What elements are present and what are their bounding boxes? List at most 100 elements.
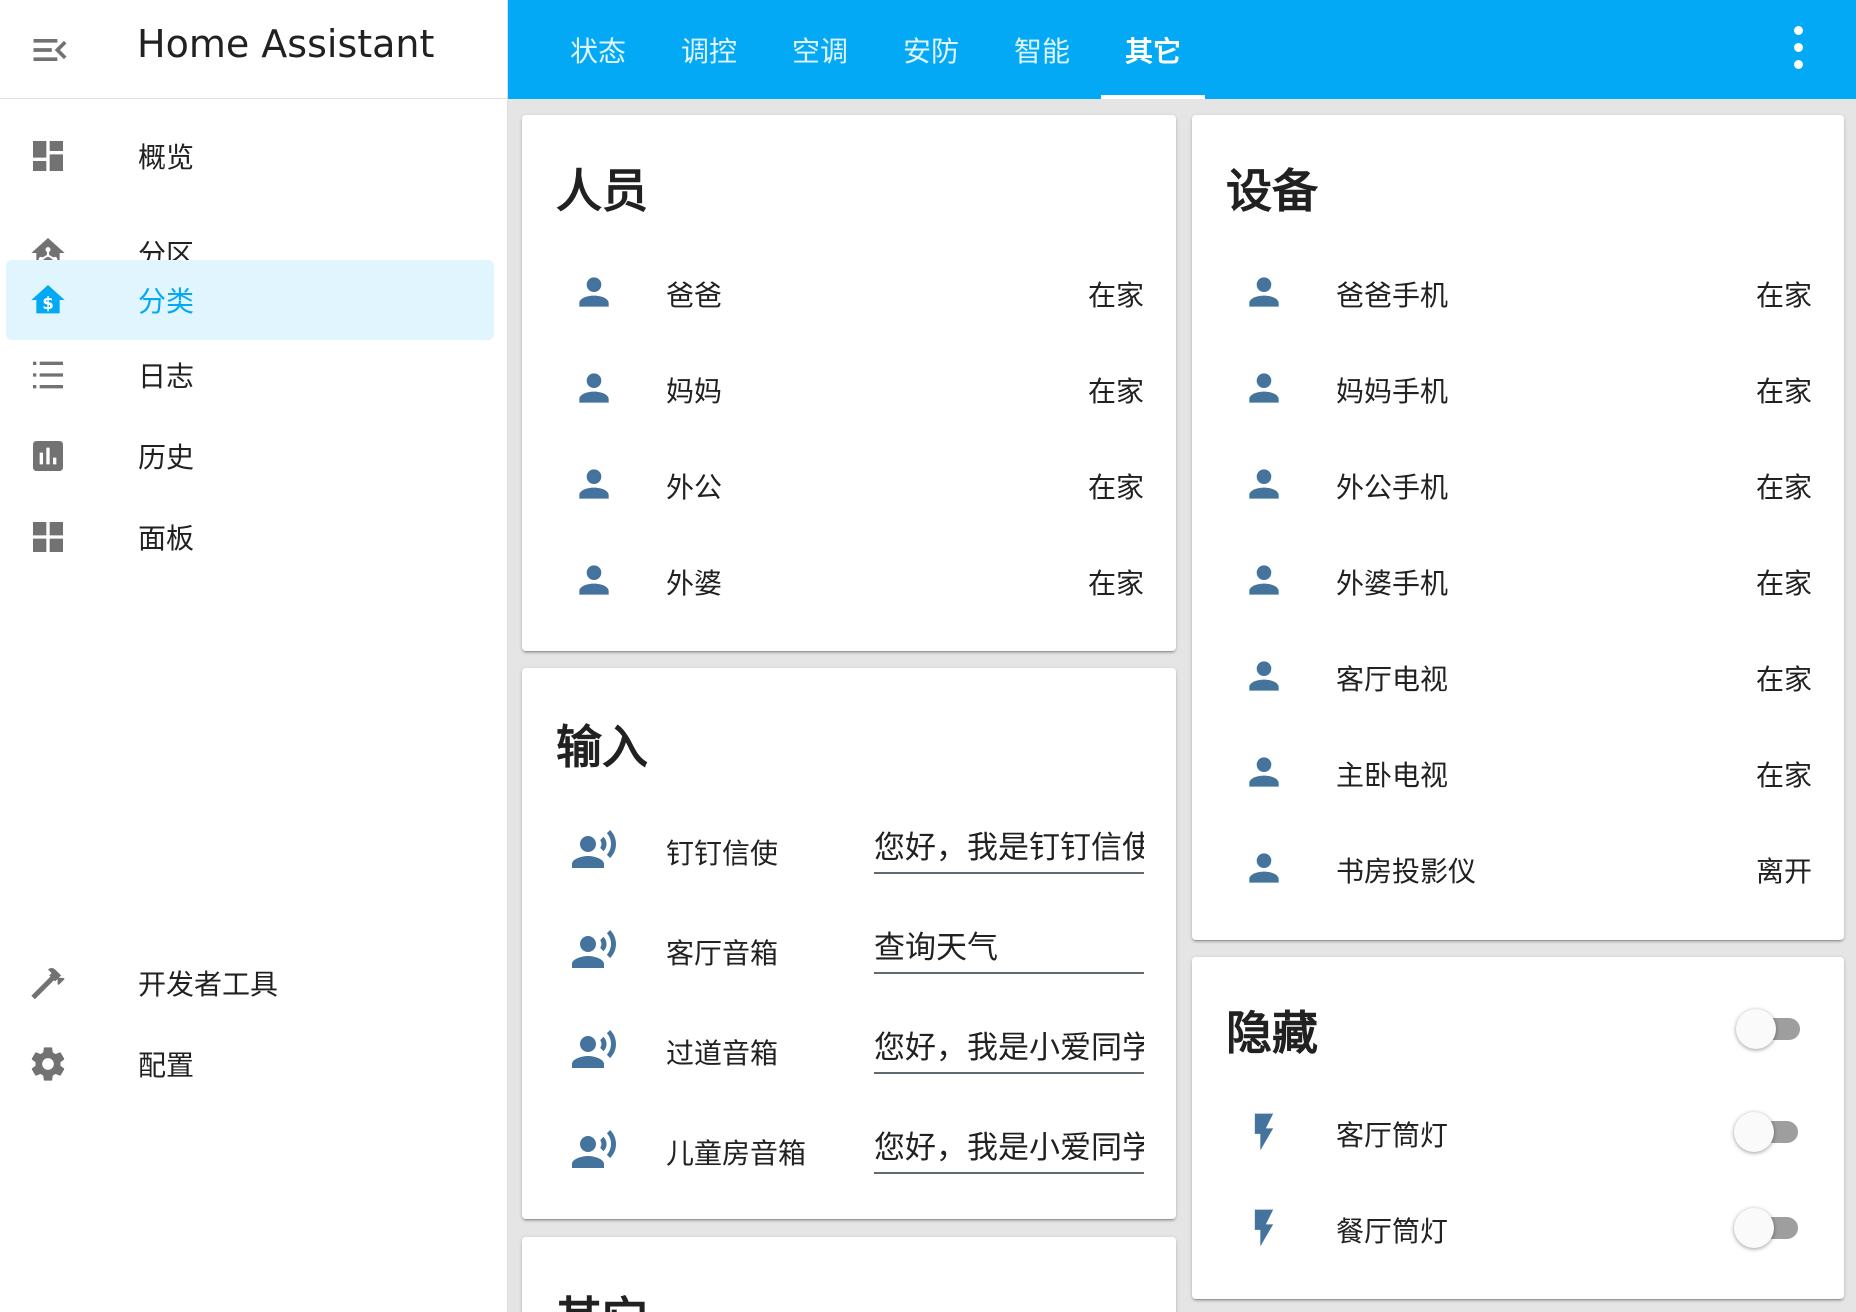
entity-name: 爸爸手机: [1336, 279, 1449, 312]
entity-state: 离开: [1755, 855, 1812, 888]
entity-state: 在家: [1755, 375, 1812, 408]
entity-row[interactable]: 主卧电视 在家: [1192, 737, 1844, 807]
hammer-icon: [31, 967, 65, 1000]
card-title: 设备: [1226, 164, 1318, 218]
account-voice-icon: [572, 1030, 617, 1068]
entity-row[interactable]: 外婆手机 在家: [1192, 545, 1844, 615]
entity-row[interactable]: 外公手机 在家: [1192, 449, 1844, 519]
entity-row: 客厅筒灯: [1192, 1097, 1844, 1167]
tab-other[interactable]: 其它: [1101, 0, 1205, 99]
input-text-row: 过道音箱: [522, 1008, 1176, 1088]
entity-name: 爸爸: [666, 279, 723, 312]
person-icon: [1249, 373, 1279, 403]
tab-smart[interactable]: 智能: [990, 0, 1094, 99]
entity-state: 在家: [1755, 759, 1812, 792]
sidebar-item-label: 历史: [138, 441, 195, 474]
entity-row[interactable]: 外公 在家: [522, 449, 1176, 519]
entity-name: 主卧电视: [1336, 759, 1449, 792]
sidebar-item-logbook[interactable]: 日志: [6, 335, 494, 415]
entity-name: 妈妈: [666, 375, 723, 408]
flash-icon: [1254, 1209, 1274, 1247]
person-icon: [1249, 853, 1279, 883]
living-room-speaker-input[interactable]: [874, 916, 1144, 974]
entity-state: 在家: [1087, 567, 1144, 600]
input-text-row: 钉钉信使: [522, 808, 1176, 888]
card-title: 其它: [556, 1283, 648, 1312]
entity-name: 外公: [666, 471, 723, 504]
tab-climate[interactable]: 空调: [768, 0, 872, 99]
entity-name: 外公手机: [1336, 471, 1449, 504]
sidebar: Home Assistant 概览 分区 $ 分类 日志 历史 面板 开发者工具…: [0, 0, 508, 1312]
sidebar-item-overview[interactable]: 概览: [6, 116, 494, 196]
entity-state: 在家: [1087, 471, 1144, 504]
entity-name: 书房投影仪: [1336, 855, 1477, 888]
entity-row[interactable]: 爸爸手机 在家: [1192, 257, 1844, 327]
person-icon: [1249, 565, 1279, 595]
sidebar-item-panel[interactable]: 面板: [6, 497, 494, 577]
input-label: 儿童房音箱: [666, 1137, 807, 1170]
dining-room-downlight-toggle[interactable]: [1734, 1208, 1804, 1248]
sidebar-item-history[interactable]: 历史: [6, 416, 494, 496]
toggle-knob: [1736, 1009, 1776, 1049]
input-label: 过道音箱: [666, 1037, 779, 1070]
tab-status[interactable]: 状态: [546, 0, 650, 99]
card-hidden: 隐藏 客厅筒灯 餐厅筒灯: [1192, 957, 1844, 1299]
home-dollar-icon: $: [31, 285, 65, 314]
person-icon: [1249, 469, 1279, 499]
hallway-speaker-input[interactable]: [874, 1016, 1144, 1074]
toggle-knob: [1734, 1208, 1774, 1248]
entity-state: 在家: [1755, 567, 1812, 600]
sidebar-item-label: 概览: [138, 141, 195, 174]
entity-row: 餐厅筒灯: [1192, 1193, 1844, 1263]
entity-row[interactable]: 外婆 在家: [522, 545, 1176, 615]
sidebar-item-categories[interactable]: $ 分类: [6, 260, 494, 340]
tab-security[interactable]: 安防: [879, 0, 983, 99]
card-other: 其它: [522, 1237, 1176, 1312]
flash-icon: [1254, 1113, 1274, 1151]
entity-row[interactable]: 爸爸 在家: [522, 257, 1176, 327]
app-title: Home Assistant: [137, 22, 435, 66]
person-icon: [579, 565, 609, 595]
sidebar-item-developer-tools[interactable]: 开发者工具: [6, 943, 494, 1023]
entity-row[interactable]: 客厅电视 在家: [1192, 641, 1844, 711]
entity-state: 在家: [1755, 279, 1812, 312]
input-text-row: 儿童房音箱: [522, 1108, 1176, 1188]
menu-open-icon[interactable]: [28, 28, 72, 72]
account-voice-icon: [572, 830, 617, 868]
sidebar-header: Home Assistant: [0, 0, 507, 99]
sidebar-item-label: 配置: [138, 1049, 195, 1082]
card-title: 人员: [556, 164, 648, 218]
kids-room-speaker-input[interactable]: [874, 1116, 1144, 1174]
gear-icon: [31, 1047, 65, 1081]
entity-name: 客厅筒灯: [1336, 1119, 1449, 1152]
view-grid-icon: [33, 522, 63, 552]
sidebar-item-label: 日志: [138, 360, 195, 393]
card-title: 输入: [556, 720, 648, 774]
person-icon: [1249, 661, 1279, 691]
sidebar-item-configuration[interactable]: 配置: [6, 1024, 494, 1104]
entity-state: 在家: [1087, 279, 1144, 312]
entity-row[interactable]: 妈妈手机 在家: [1192, 353, 1844, 423]
entity-row[interactable]: 妈妈 在家: [522, 353, 1176, 423]
input-text-row: 客厅音箱: [522, 908, 1176, 988]
living-room-downlight-toggle[interactable]: [1734, 1112, 1804, 1152]
dingtalk-messenger-input[interactable]: [874, 816, 1144, 874]
entity-name: 客厅电视: [1336, 663, 1449, 696]
entity-state: 在家: [1755, 663, 1812, 696]
person-icon: [579, 373, 609, 403]
person-icon: [1249, 277, 1279, 307]
hidden-group-toggle[interactable]: [1736, 1009, 1806, 1049]
entity-name: 餐厅筒灯: [1336, 1215, 1449, 1248]
entity-name: 外婆手机: [1336, 567, 1449, 600]
entity-name: 外婆: [666, 567, 723, 600]
entity-row[interactable]: 书房投影仪 离开: [1192, 833, 1844, 903]
top-app-bar: 状态 调控 空调 安防 智能 其它: [508, 0, 1856, 99]
more-options-icon[interactable]: [1792, 26, 1804, 72]
input-label: 钉钉信使: [666, 837, 779, 870]
person-icon: [579, 469, 609, 499]
entity-state: 在家: [1755, 471, 1812, 504]
toggle-knob: [1734, 1112, 1774, 1152]
person-icon: [1249, 757, 1279, 787]
tab-control[interactable]: 调控: [657, 0, 761, 99]
entity-name: 妈妈手机: [1336, 375, 1449, 408]
